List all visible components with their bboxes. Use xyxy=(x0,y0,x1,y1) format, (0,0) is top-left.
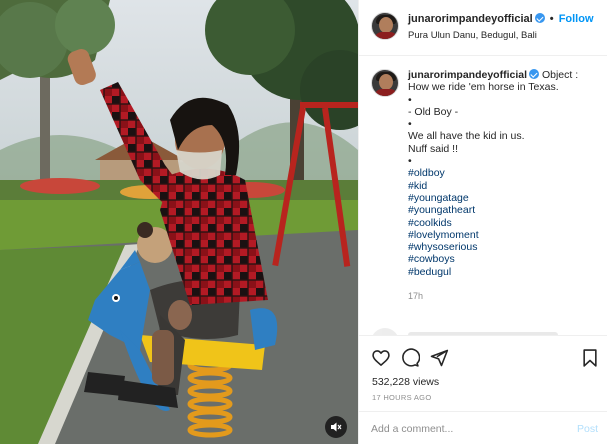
caption-line: How we ride 'em horse in Texas. xyxy=(408,81,559,94)
caption-avatar[interactable] xyxy=(371,69,399,97)
caption-line: • xyxy=(408,118,412,131)
caption-username[interactable]: junarorimpandeyofficial xyxy=(408,69,527,81)
caption-line: • xyxy=(408,93,412,106)
hashtag-link[interactable]: #oldboy xyxy=(408,167,603,179)
post-detail-panel: junarorimpandeyofficial • Follow Pura Ul… xyxy=(358,0,607,444)
header-username[interactable]: junarorimpandeyofficial xyxy=(408,13,533,25)
video-frame xyxy=(0,0,358,444)
post-timestamp[interactable]: 17 HOURS AGO xyxy=(372,393,431,402)
send-icon[interactable] xyxy=(429,348,449,368)
hashtag-link[interactable]: #youngatage xyxy=(408,192,603,204)
comment-input[interactable] xyxy=(371,420,561,438)
views-count[interactable]: 532,228 views xyxy=(372,376,439,388)
comment-preview-faded xyxy=(371,328,601,335)
hashtag-link[interactable]: #youngatheart xyxy=(408,204,603,216)
comments-section[interactable]: junarorimpandeyofficial Object : How we … xyxy=(359,57,607,335)
avatar[interactable] xyxy=(371,12,399,40)
post-header: junarorimpandeyofficial • Follow Pura Ul… xyxy=(359,0,607,56)
hashtag-link[interactable]: #whysoserious xyxy=(408,241,603,253)
hashtag-link[interactable]: #coolkids xyxy=(408,217,603,229)
bookmark-icon[interactable] xyxy=(580,348,600,368)
comment-composer: Post xyxy=(359,411,607,444)
hashtag-link[interactable]: #kid xyxy=(408,180,603,192)
caption-line: • xyxy=(408,155,412,168)
location-link[interactable]: Pura Ulun Danu, Bedugul, Bali xyxy=(408,30,537,41)
caption-first-line: junarorimpandeyofficial Object : xyxy=(408,69,603,81)
follow-button[interactable]: Follow xyxy=(559,13,594,25)
comment-icon[interactable] xyxy=(400,348,420,368)
caption-line: We all have the kid in us. xyxy=(408,130,525,143)
separator-dot: • xyxy=(549,13,554,25)
hashtag-link[interactable]: #cowboys xyxy=(408,253,603,265)
heart-icon[interactable] xyxy=(371,348,391,368)
verified-badge-icon xyxy=(534,13,545,23)
muted-speaker-icon xyxy=(331,422,342,432)
caption-line: - Old Boy - xyxy=(408,105,459,118)
caption-age: 17h xyxy=(408,291,424,302)
caption-line: Object : xyxy=(541,69,579,81)
post-video[interactable] xyxy=(0,0,358,444)
comment-avatar xyxy=(371,328,399,335)
post-comment-button[interactable]: Post xyxy=(577,423,598,435)
mute-button[interactable] xyxy=(325,416,347,438)
verified-badge-icon xyxy=(529,69,540,79)
hashtag-link[interactable]: #lovelymoment xyxy=(408,229,603,241)
caption-body: junarorimpandeyofficial Object : How we … xyxy=(408,69,603,302)
header-username-row: junarorimpandeyofficial • Follow xyxy=(408,13,594,25)
action-bar: 532,228 views 17 HOURS AGO xyxy=(359,335,607,411)
hashtag-link[interactable]: #bedugul xyxy=(408,266,603,278)
caption-line: Nuff said !! xyxy=(408,142,458,155)
